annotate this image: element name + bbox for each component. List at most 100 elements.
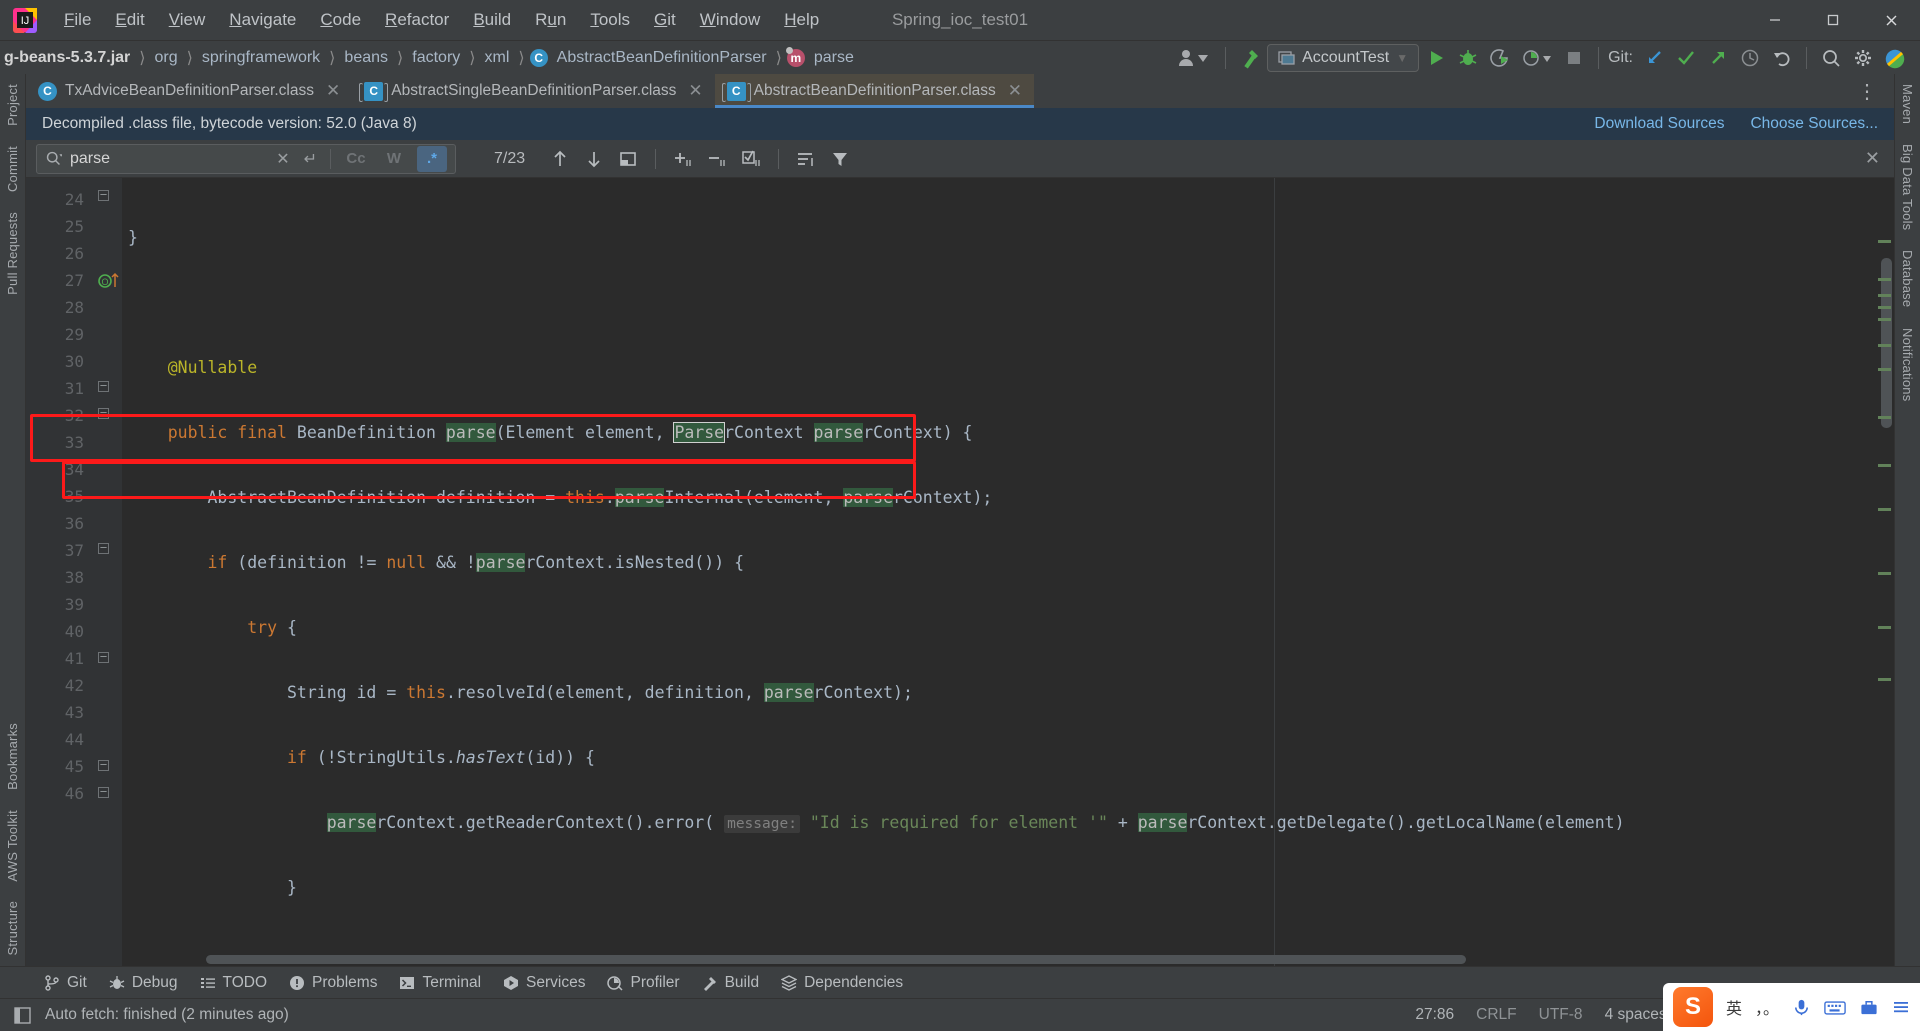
tool-window-services[interactable]: Services — [493, 970, 595, 996]
ime-language-label[interactable]: 英 — [1726, 995, 1742, 1019]
breadcrumb-item-class[interactable]: C AbstractBeanDefinitionParser — [529, 47, 771, 69]
breadcrumb-item-factory[interactable]: factory — [408, 47, 464, 69]
keyboard-icon[interactable] — [1824, 998, 1846, 1017]
sidebar-item-big-data-tools[interactable]: Big Data Tools — [1896, 134, 1919, 240]
tab-close-icon[interactable]: ✕ — [688, 81, 702, 101]
settings-gear-icon[interactable] — [1848, 44, 1878, 72]
editor-gutter[interactable]: 24 25 26 27 O 28 29 30 31 32 33 34 35 36… — [26, 178, 122, 966]
fold-marker[interactable]: ─ — [98, 381, 109, 392]
fold-marker[interactable]: ─ — [98, 787, 109, 798]
newline-search-icon[interactable]: ↵ — [301, 149, 320, 169]
words-toggle[interactable]: W — [379, 146, 409, 172]
breadcrumb-item-beans[interactable]: beans — [340, 47, 392, 69]
menu-edit[interactable]: Edit — [103, 6, 156, 34]
clear-search-icon[interactable]: ✕ — [273, 149, 292, 169]
fold-marker[interactable]: ─ — [98, 760, 109, 771]
fold-marker[interactable]: ─ — [98, 652, 109, 663]
tool-window-build[interactable]: Build — [692, 970, 769, 996]
code-content[interactable]: } @Nullable public final BeanDefinition … — [122, 178, 1870, 966]
tool-window-dependencies[interactable]: Dependencies — [771, 970, 913, 996]
sidebar-item-structure[interactable]: Structure — [1, 891, 24, 966]
fold-marker[interactable]: ─ — [98, 543, 109, 554]
fold-marker[interactable]: ─ — [98, 408, 109, 419]
close-button[interactable] — [1862, 0, 1920, 40]
breadcrumb-item-xml[interactable]: xml — [481, 47, 514, 69]
sidebar-item-maven[interactable]: Maven — [1896, 74, 1919, 134]
tab-close-icon[interactable]: ✕ — [326, 81, 340, 101]
search-input[interactable]: parse ✕ ↵ Cc W .* — [36, 143, 456, 174]
toggle-tool-windows-icon[interactable] — [8, 1006, 37, 1024]
ime-menu-icon[interactable] — [1892, 998, 1910, 1016]
menu-run[interactable]: Run — [523, 6, 578, 34]
search-everywhere-icon[interactable] — [1816, 44, 1846, 72]
tool-window-profiler[interactable]: Profiler — [597, 970, 689, 996]
run-with-coverage-icon[interactable] — [1485, 44, 1515, 72]
git-history-icon[interactable] — [1735, 44, 1765, 72]
find-next-icon[interactable] — [579, 145, 609, 173]
git-rollback-icon[interactable] — [1767, 44, 1797, 72]
menu-code[interactable]: Code — [308, 6, 373, 34]
code-editor[interactable]: 24 25 26 27 O 28 29 30 31 32 33 34 35 36… — [26, 178, 1894, 966]
fold-marker[interactable]: ─ — [98, 190, 109, 201]
menu-navigate[interactable]: Navigate — [217, 6, 308, 34]
sogou-logo-icon[interactable]: S — [1672, 987, 1713, 1027]
stop-icon[interactable] — [1559, 44, 1589, 72]
select-all-occurrences-icon[interactable] — [613, 145, 643, 173]
caret-position[interactable]: 27:86 — [1404, 1003, 1465, 1027]
menu-window[interactable]: Window — [688, 6, 772, 34]
microphone-icon[interactable] — [1792, 998, 1811, 1017]
toolbox-icon[interactable] — [1859, 998, 1879, 1017]
profile-icon[interactable] — [1517, 44, 1557, 72]
editor-tab-txadvice[interactable]: C TxAdviceBeanDefinitionParser.class ✕ — [26, 74, 353, 108]
horizontal-scrollbar-thumb[interactable] — [206, 955, 1466, 964]
run-icon[interactable] — [1421, 44, 1451, 72]
tool-window-terminal[interactable]: Terminal — [389, 970, 491, 996]
remove-line-icon[interactable] — [702, 145, 732, 173]
tool-window-debug[interactable]: Debug — [99, 970, 188, 996]
filter-icon[interactable] — [825, 145, 855, 173]
toggle-selected-lines-icon[interactable] — [736, 145, 766, 173]
breadcrumb-item-method[interactable]: m parse — [785, 46, 858, 69]
menu-refactor[interactable]: Refactor — [373, 6, 461, 34]
editor-tab-abstractsingle[interactable]: C AbstractSingleBeanDefinitionParser.cla… — [352, 74, 715, 108]
tool-window-todo[interactable]: TODO — [190, 970, 278, 996]
sidebar-item-bookmarks[interactable]: Bookmarks — [1, 713, 24, 800]
close-find-icon[interactable]: ✕ — [1865, 148, 1894, 169]
menu-view[interactable]: View — [157, 6, 218, 34]
find-prev-icon[interactable] — [545, 145, 575, 173]
match-case-toggle[interactable]: Cc — [341, 146, 371, 172]
horizontal-scrollbar[interactable] — [26, 955, 1870, 966]
sidebar-item-commit[interactable]: Commit — [1, 136, 24, 202]
sidebar-item-aws-toolkit[interactable]: AWS Toolkit — [1, 800, 24, 892]
git-push-icon[interactable] — [1703, 44, 1733, 72]
regex-toggle[interactable]: .* — [417, 145, 447, 172]
git-update-icon[interactable] — [1639, 44, 1669, 72]
menu-build[interactable]: Build — [461, 6, 523, 34]
menu-git[interactable]: Git — [642, 6, 688, 34]
minimize-button[interactable] — [1746, 0, 1804, 40]
editor-scrollbar[interactable] — [1870, 178, 1894, 966]
sidebar-item-pull-requests[interactable]: Pull Requests — [1, 202, 24, 305]
override-marker-icon[interactable]: O — [98, 271, 119, 291]
line-separator[interactable]: CRLF — [1465, 1003, 1527, 1027]
git-commit-icon[interactable] — [1671, 44, 1701, 72]
ide-feature-trainer-icon[interactable] — [1880, 44, 1910, 72]
breadcrumb-item-jar[interactable]: g-beans-5.3.7.jar — [0, 47, 134, 69]
menu-help[interactable]: Help — [772, 6, 831, 34]
sidebar-item-project[interactable]: Project — [1, 74, 24, 136]
choose-sources-link[interactable]: Choose Sources... — [1750, 115, 1878, 133]
tab-close-icon[interactable]: ✕ — [1008, 81, 1022, 101]
debug-icon[interactable] — [1453, 44, 1483, 72]
menu-tools[interactable]: Tools — [578, 6, 642, 34]
breadcrumb-item-org[interactable]: org — [151, 47, 182, 69]
breadcrumb-item-springframework[interactable]: springframework — [198, 47, 324, 69]
run-configuration-selector[interactable]: AccountTest ▼ — [1267, 43, 1420, 72]
tool-window-git[interactable]: Git — [34, 970, 97, 996]
sidebar-item-notifications[interactable]: Notifications — [1896, 318, 1919, 411]
user-avatar-icon[interactable] — [1172, 44, 1216, 72]
file-encoding[interactable]: UTF-8 — [1528, 1003, 1594, 1027]
more-options-icon[interactable]: ⋮ — [1849, 79, 1886, 104]
tool-window-problems[interactable]: Problems — [279, 970, 387, 996]
build-hammer-icon[interactable] — [1235, 44, 1265, 72]
preserve-case-icon[interactable] — [791, 145, 821, 173]
